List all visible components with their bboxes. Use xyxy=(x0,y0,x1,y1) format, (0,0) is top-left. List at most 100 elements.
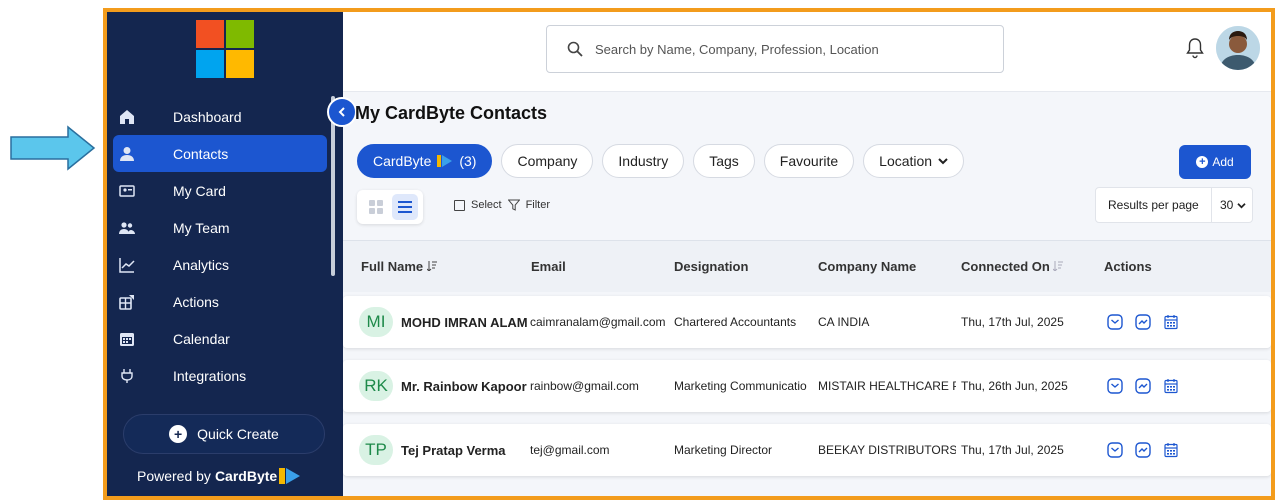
sidebar-item-label: Dashboard xyxy=(173,108,242,125)
grid-icon xyxy=(368,200,383,214)
plus-icon: + xyxy=(169,425,188,443)
calendar-icon[interactable] xyxy=(1163,314,1179,330)
sidebar-item-label: Actions xyxy=(173,293,219,310)
header-actions: Actions xyxy=(1104,259,1152,274)
search-input[interactable]: Search by Name, Company, Profession, Loc… xyxy=(546,25,1004,73)
home-icon xyxy=(119,109,135,125)
add-button[interactable]: + Add xyxy=(1179,145,1251,179)
quick-create-button[interactable]: + Quick Create xyxy=(123,414,325,454)
contact-connected-on: Thu, 26th Jun, 2025 xyxy=(961,379,1068,393)
header-full-name[interactable]: Full Name xyxy=(361,259,437,274)
avatar-initials: MI xyxy=(359,307,393,337)
row-actions xyxy=(1107,314,1179,330)
analytics-icon[interactable] xyxy=(1135,378,1151,394)
page-title: My CardByte Contacts xyxy=(355,103,548,123)
sidebar-item-my-card[interactable]: My Card xyxy=(113,172,327,209)
table-row[interactable]: RK Mr. Rainbow Kapoor rainbow@gmail.com … xyxy=(343,360,1271,412)
team-icon xyxy=(119,220,135,236)
top-bar: Search by Name, Company, Profession, Loc… xyxy=(343,12,1271,92)
table-row[interactable]: TP Tej Pratap Verma tej@gmail.com Market… xyxy=(343,424,1271,476)
sidebar-item-calendar[interactable]: Calendar xyxy=(113,320,327,357)
bell-icon[interactable] xyxy=(1185,36,1205,60)
grid-view-button[interactable] xyxy=(363,194,389,220)
analytics-icon[interactable] xyxy=(1135,442,1151,458)
pointer-arrow-icon xyxy=(10,125,96,171)
filter-favourite[interactable]: Favourite xyxy=(763,144,855,178)
email-icon[interactable] xyxy=(1107,378,1123,394)
header-connected-label: Connected On xyxy=(961,259,1050,274)
header-designation: Designation xyxy=(674,259,749,274)
table-header: Full Name Email Designation Company Name… xyxy=(343,240,1271,292)
list-view-button[interactable] xyxy=(391,194,418,220)
calendar-icon[interactable] xyxy=(1163,442,1179,458)
chevron-down-icon xyxy=(1237,203,1246,209)
search-placeholder: Search by Name, Company, Profession, Loc… xyxy=(595,41,879,57)
filter-cardbyte-count: (3) xyxy=(459,153,477,169)
powered-by-label: Powered by xyxy=(137,468,211,484)
sidebar-item-integrations[interactable]: Integrations xyxy=(113,357,327,394)
results-per-page-label: Results per page xyxy=(1096,188,1212,222)
contact-connected-on: Thu, 17th Jul, 2025 xyxy=(961,315,1064,329)
avatar-initials: RK xyxy=(359,371,393,401)
sidebar-nav: Dashboard Contacts My Card My Team Analy… xyxy=(113,98,327,394)
filter-pills: CardByte (3) Company Industry Tags Favou… xyxy=(357,144,965,178)
select-label: Select xyxy=(471,199,502,211)
email-icon[interactable] xyxy=(1107,442,1123,458)
id-card-icon xyxy=(119,183,135,199)
filter-cardbyte-label: CardByte xyxy=(373,153,432,169)
calendar-icon xyxy=(119,331,135,347)
calendar-icon[interactable] xyxy=(1163,378,1179,394)
cardbyte-logo-icon xyxy=(279,468,301,484)
chevron-down-icon xyxy=(938,158,948,165)
app-logo xyxy=(196,20,254,78)
contact-name[interactable]: MOHD IMRAN ALAM xyxy=(401,315,527,330)
main-content: Search by Name, Company, Profession, Loc… xyxy=(343,12,1271,496)
sort-icon xyxy=(1053,261,1064,272)
header-company: Company Name xyxy=(818,259,917,274)
cardbyte-logo-icon xyxy=(437,155,453,167)
sidebar-item-label: My Card xyxy=(173,182,226,199)
filter-label[interactable]: Filter xyxy=(526,199,550,211)
results-per-page-select[interactable]: 30 xyxy=(1212,198,1246,212)
sidebar-item-label: Contacts xyxy=(173,145,229,162)
sidebar-item-dashboard[interactable]: Dashboard xyxy=(113,98,327,135)
search-icon xyxy=(567,41,583,57)
filter-industry[interactable]: Industry xyxy=(602,144,685,178)
contact-company: CA INDIA xyxy=(818,315,870,329)
sidebar-item-contacts[interactable]: Contacts xyxy=(113,135,327,172)
analytics-icon[interactable] xyxy=(1135,314,1151,330)
quick-create-label: Quick Create xyxy=(197,426,279,442)
sidebar-item-label: Analytics xyxy=(173,256,230,273)
sidebar-item-my-team[interactable]: My Team xyxy=(113,209,327,246)
sidebar-item-analytics[interactable]: Analytics xyxy=(113,246,327,283)
filter-cardbyte[interactable]: CardByte (3) xyxy=(357,144,493,178)
filter-tags[interactable]: Tags xyxy=(693,144,755,178)
select-all-checkbox[interactable] xyxy=(454,199,465,211)
contact-email: rainbow@gmail.com xyxy=(530,379,639,393)
contact-designation: Marketing Director xyxy=(674,443,773,457)
contact-designation: Chartered Accountants xyxy=(674,315,797,329)
header-full-name-label: Full Name xyxy=(361,259,424,274)
contact-name[interactable]: Mr. Rainbow Kapoor xyxy=(401,379,527,394)
filter-icon[interactable] xyxy=(507,199,520,211)
filter-company-label: Company xyxy=(517,153,578,169)
email-icon[interactable] xyxy=(1107,314,1123,330)
sidebar-item-label: Calendar xyxy=(173,330,230,347)
add-label: Add xyxy=(1212,155,1234,169)
sidebar-item-actions[interactable]: Actions xyxy=(113,283,327,320)
table-row[interactable]: MI MOHD IMRAN ALAM caimranalam@gmail.com… xyxy=(343,296,1271,348)
header-connected-on[interactable]: Connected On xyxy=(961,259,1064,274)
person-icon xyxy=(119,146,135,162)
results-per-page-value: 30 xyxy=(1220,198,1234,212)
contact-name[interactable]: Tej Pratap Verma xyxy=(401,443,527,458)
chart-line-icon xyxy=(119,257,135,273)
filter-location[interactable]: Location xyxy=(863,144,965,178)
avatar[interactable] xyxy=(1216,26,1260,70)
filter-company[interactable]: Company xyxy=(501,144,594,178)
sidebar-item-label: My Team xyxy=(173,219,230,236)
row-actions xyxy=(1107,442,1179,458)
list-icon xyxy=(397,201,412,213)
contact-connected-on: Thu, 17th Jul, 2025 xyxy=(961,443,1064,457)
sort-icon xyxy=(426,261,437,272)
header-email: Email xyxy=(531,259,566,274)
